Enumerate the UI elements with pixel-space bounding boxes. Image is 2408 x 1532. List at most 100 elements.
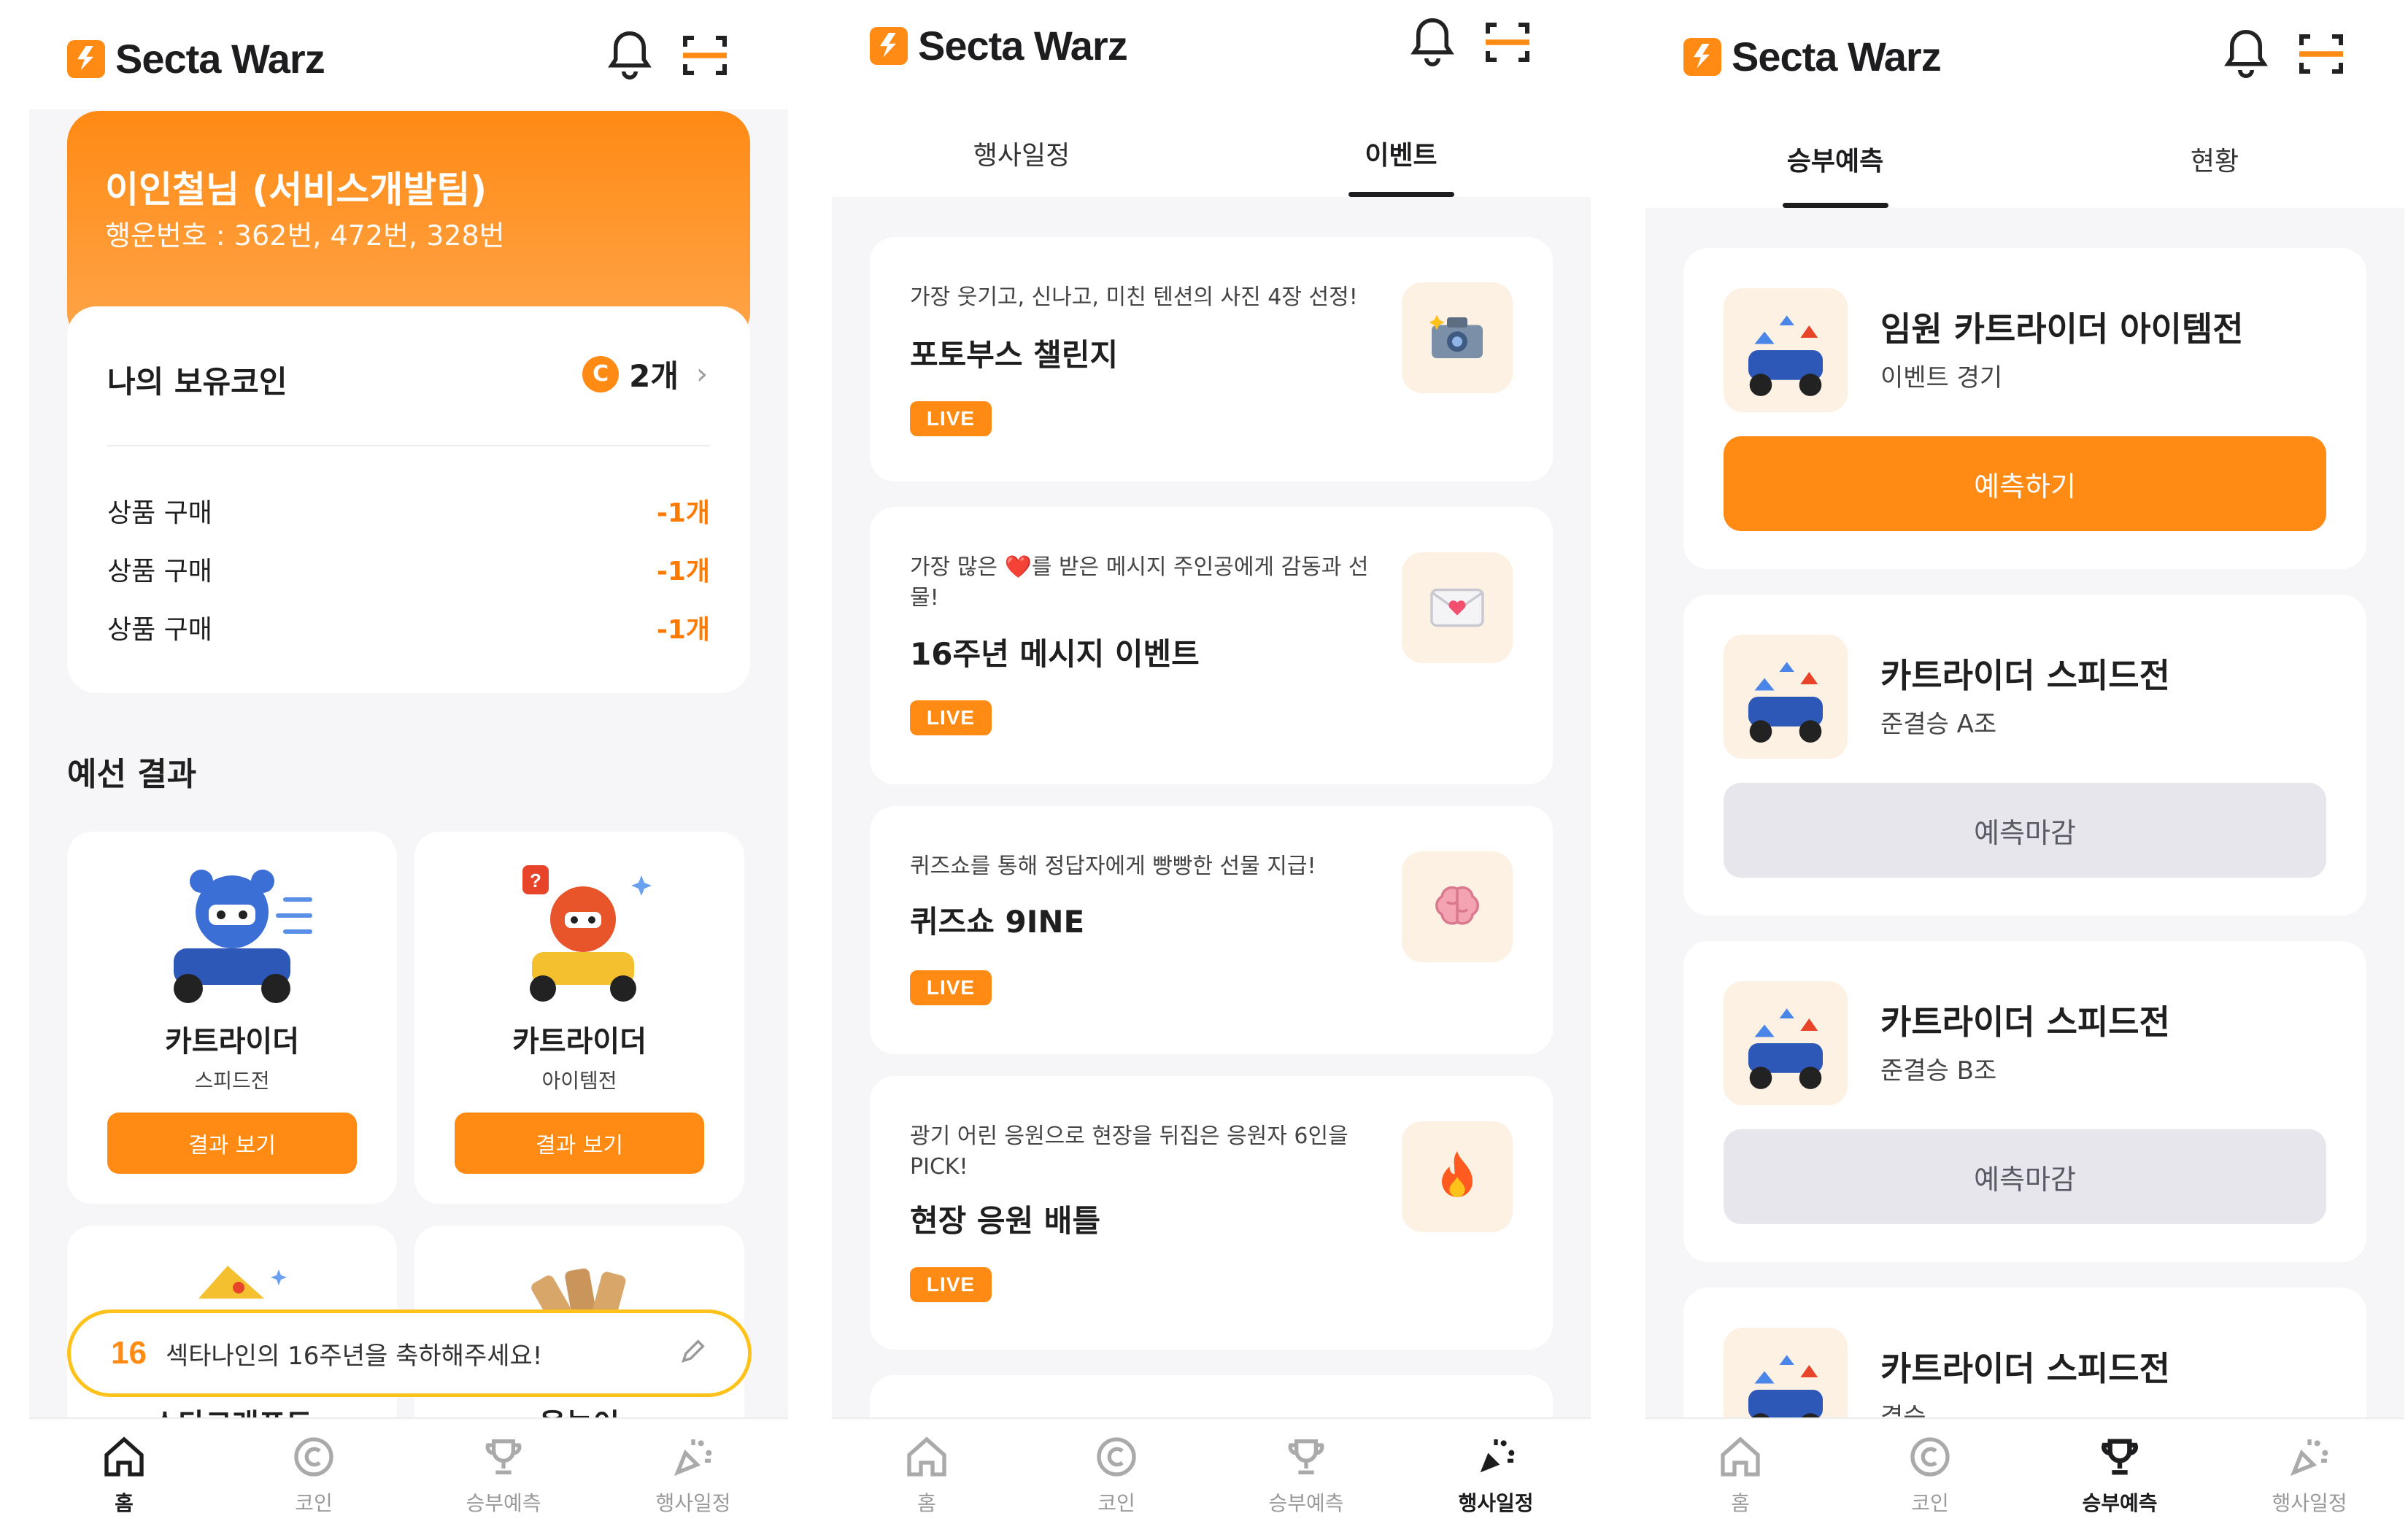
- brain-icon: [1435, 886, 1479, 925]
- nav-label: 코인: [295, 1491, 333, 1515]
- trophy-icon: [2102, 1439, 2138, 1475]
- event-description: 광기 어린 응원으로 현장을 뒤집은 응원자 6인을 PICK!: [910, 1123, 1348, 1180]
- event-title: 퀴즈쇼 9INE: [910, 904, 1085, 940]
- nav-label: 홈: [115, 1491, 134, 1515]
- envelope-icon: [1430, 588, 1484, 627]
- svg-text:?: ?: [530, 870, 541, 891]
- nav-label: 코인: [1911, 1491, 1949, 1515]
- event-card[interactable]: 가장 웃기고, 신나고, 미친 텐션의 사진 4장 선정! 포토부스 챌린지 L…: [870, 237, 1553, 481]
- nav-home[interactable]: 홈: [832, 1419, 1022, 1532]
- prediction-closed-button[interactable]: 예측마감: [1724, 1129, 2326, 1224]
- coin-amount-link[interactable]: C 2개 ›: [582, 352, 708, 396]
- match-card: 임원 카트라이더 아이템전 이벤트 경기 예측하기: [1683, 248, 2366, 569]
- kart-race-icon: [1724, 635, 1848, 759]
- tab-prediction[interactable]: 승부예측: [1645, 109, 2025, 208]
- trophy-icon: [485, 1439, 522, 1474]
- event-description: 가장 웃기고, 신나고, 미친 텐션의 사진 4장 선정!: [910, 285, 1358, 310]
- app-header: Secta Warz: [832, 0, 1591, 111]
- transaction-amount: -1개: [656, 498, 710, 528]
- event-card[interactable]: 퀴즈쇼를 통해 정답자에게 빵빵한 선물 지급! 퀴즈쇼 9INE LIVE: [870, 806, 1553, 1054]
- nav-coin[interactable]: 코인: [1022, 1419, 1211, 1532]
- nav-schedule[interactable]: 행사일정: [598, 1419, 788, 1532]
- coin-icon: [294, 1437, 333, 1477]
- event-description: 퀴즈쇼를 통해 정답자에게 빵빵한 선물 지급!: [910, 854, 1316, 879]
- chevron-right-icon: ›: [696, 357, 708, 391]
- nav-label: 행사일정: [655, 1491, 731, 1515]
- yut-sticks-icon: [531, 1268, 626, 1313]
- anniversary-16-badge: 16: [111, 1335, 147, 1371]
- view-result-button[interactable]: 결과 보기: [455, 1113, 704, 1174]
- event-title: 포토부스 챌린지: [910, 337, 1119, 373]
- nav-label: 승부예측: [466, 1491, 541, 1515]
- tab-status[interactable]: 현황: [2025, 109, 2404, 208]
- coin-card: 나의 보유코인 C 2개 › 상품 구매 -1개 상품 구매 -1개 상품 구매 -1…: [67, 306, 750, 693]
- nav-schedule[interactable]: 행사일정: [1401, 1419, 1591, 1532]
- nav-prediction[interactable]: 승부예측: [1211, 1419, 1401, 1532]
- kart-race-icon: [1724, 981, 1848, 1105]
- nav-home[interactable]: 홈: [29, 1419, 219, 1532]
- prediction-closed-button[interactable]: 예측마감: [1724, 783, 2326, 878]
- view-result-button[interactable]: 결과 보기: [107, 1113, 357, 1174]
- bottom-nav: 홈 코인 승부예측 행사일정: [1645, 1417, 2404, 1532]
- fire-icon: [1442, 1151, 1473, 1197]
- qr-scan-icon[interactable]: [679, 29, 731, 82]
- home-icon: [907, 1436, 946, 1477]
- live-badge: LIVE: [910, 700, 992, 735]
- match-card: 카트라이더 스피드전 준결승 B조 예측마감: [1683, 941, 2366, 1262]
- starcraft-art-icon: [198, 1266, 287, 1299]
- nav-label: 승부예측: [2082, 1491, 2158, 1515]
- home-icon: [1721, 1436, 1760, 1477]
- transaction-row: 상품 구매 -1개: [107, 481, 710, 540]
- logo-icon: [67, 39, 105, 78]
- transaction-label: 상품 구매: [107, 498, 212, 528]
- nav-label: 행사일정: [1458, 1491, 1534, 1515]
- kart-race-icon: [1724, 288, 1848, 412]
- match-subtitle: 준결승 B조: [1880, 1056, 1997, 1086]
- logo-icon: [1683, 37, 1721, 76]
- event-title: 현장 응원 배틀: [910, 1203, 1101, 1239]
- party-icon: [2290, 1439, 2328, 1477]
- qr-scan-icon[interactable]: [1481, 16, 1534, 69]
- event-icon-tile: [1402, 282, 1513, 393]
- section-title: 예선 결과: [67, 756, 197, 793]
- bell-icon[interactable]: [1408, 16, 1456, 69]
- qr-scan-icon[interactable]: [2295, 28, 2347, 80]
- nav-coin[interactable]: 코인: [219, 1419, 409, 1532]
- nav-home[interactable]: 홈: [1645, 1419, 1835, 1532]
- tab-schedule[interactable]: 행사일정: [832, 109, 1211, 197]
- game-subtitle: 스피드전: [194, 1069, 270, 1093]
- bell-icon[interactable]: [2222, 28, 2270, 80]
- tab-events[interactable]: 이벤트: [1211, 109, 1591, 197]
- predict-button[interactable]: 예측하기: [1724, 436, 2326, 531]
- kart-character-icon: ?: [522, 865, 652, 1002]
- brand-name: Secta Warz: [115, 36, 325, 82]
- transaction-label: 상품 구매: [107, 615, 212, 645]
- nav-coin[interactable]: 코인: [1835, 1419, 2025, 1532]
- brand-logo: Secta Warz: [870, 22, 1128, 69]
- nav-schedule[interactable]: 행사일정: [2215, 1419, 2404, 1532]
- coin-amount: 2개: [629, 358, 679, 394]
- app-header: Secta Warz: [29, 0, 788, 109]
- game-card-item: ? 카트라이더 아이템전 결과 보기: [414, 832, 744, 1204]
- nav-label: 코인: [1097, 1491, 1135, 1515]
- party-icon: [674, 1439, 712, 1477]
- bell-icon[interactable]: [606, 29, 654, 82]
- logo-icon: [870, 26, 908, 65]
- brand-logo: Secta Warz: [67, 35, 325, 82]
- pencil-icon[interactable]: [679, 1336, 708, 1366]
- nav-prediction[interactable]: 승부예측: [2025, 1419, 2215, 1532]
- transaction-label: 상품 구매: [107, 557, 212, 587]
- match-subtitle: 이벤트 경기: [1880, 363, 2003, 392]
- home-icon: [104, 1436, 144, 1477]
- kart-character-icon: [174, 870, 312, 1003]
- transaction-list: 상품 구매 -1개 상품 구매 -1개 상품 구매 -1개: [107, 481, 710, 657]
- app-header: Secta Warz: [1645, 0, 2404, 109]
- coin-icon: [1097, 1437, 1136, 1477]
- predictions-screen: Secta Warz 승부예측 현황 임원 카트라이더 아이템전 이벤트 경기 …: [1645, 0, 2404, 1532]
- match-title: 임원 카트라이더 아이템전: [1880, 309, 2244, 349]
- brand-name: Secta Warz: [918, 23, 1128, 69]
- anniversary-banner[interactable]: 16 섹타나인의 16주년을 축하해주세요!: [67, 1309, 752, 1397]
- event-card[interactable]: 광기 어린 응원으로 현장을 뒤집은 응원자 6인을 PICK! 현장 응원 배…: [870, 1076, 1553, 1350]
- event-card[interactable]: 가장 많은 ❤️를 받은 메시지 주인공에게 감동과 선물! 16주년 메시지 …: [870, 507, 1553, 784]
- nav-prediction[interactable]: 승부예측: [409, 1419, 598, 1532]
